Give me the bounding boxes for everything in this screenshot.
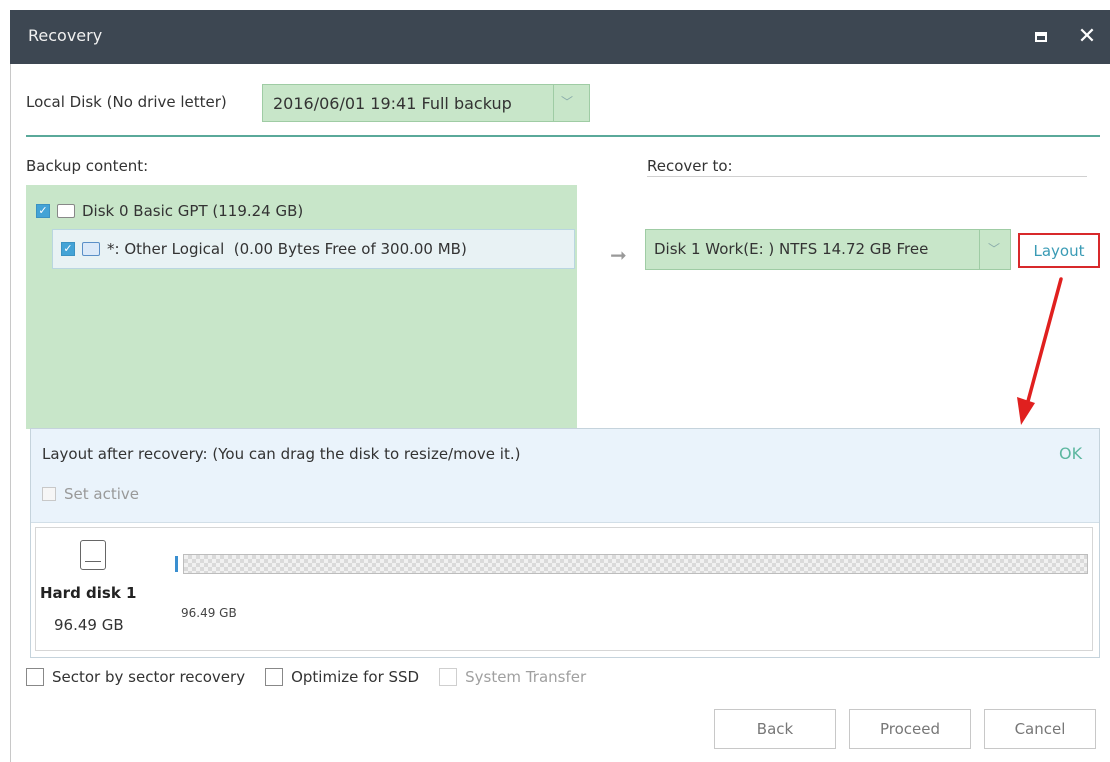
recover-to-divider [647, 176, 1087, 177]
window-title: Recovery [28, 26, 103, 45]
sector-by-sector-checkbox[interactable] [26, 668, 44, 686]
layout-after-recovery-panel: Layout after recovery: (You can drag the… [30, 428, 1100, 658]
backup-disk-row[interactable]: ✓ Disk 0 Basic GPT (119.24 GB) [36, 201, 303, 221]
chevron-down-icon[interactable]: ﹀ [561, 93, 573, 110]
partition-checkbox[interactable]: ✓ [61, 242, 75, 256]
partition-icon [82, 242, 100, 256]
maximize-icon [1035, 32, 1047, 42]
recovery-options: Sector by sector recovery Optimize for S… [26, 668, 606, 686]
optimize-ssd-option[interactable]: Optimize for SSD [265, 668, 419, 686]
arrow-right-icon: ➞ [610, 243, 627, 267]
partition-row-content: ✓ *: Other Logical (0.00 Bytes Free of 3… [61, 240, 467, 258]
disk-checkbox[interactable]: ✓ [36, 204, 50, 218]
set-active-option: Set active [42, 485, 139, 503]
set-active-label: Set active [64, 485, 139, 503]
layout-panel-header: Layout after recovery: (You can drag the… [31, 429, 1099, 523]
set-active-checkbox [42, 487, 56, 501]
backup-version-value: 2016/06/01 19:41 Full backup [273, 94, 512, 113]
unallocated-partition-bar[interactable] [183, 554, 1088, 574]
sector-by-sector-option[interactable]: Sector by sector recovery [26, 668, 245, 686]
sector-by-sector-label: Sector by sector recovery [52, 668, 246, 686]
select-divider [979, 230, 980, 269]
hard-disk-name: Hard disk 1 [40, 584, 137, 602]
hard-disk-size: 96.49 GB [54, 616, 124, 634]
disk-icon [57, 204, 75, 218]
backup-disk-label: Disk 0 Basic GPT (119.24 GB) [82, 202, 304, 220]
accent-divider [26, 135, 1100, 137]
partition-handle[interactable] [175, 556, 178, 572]
select-divider [553, 85, 554, 121]
hard-disk-icon [80, 540, 106, 570]
backup-version-select[interactable]: 2016/06/01 19:41 Full backup ﹀ [262, 84, 590, 122]
layout-ok-button[interactable]: OK [1059, 444, 1082, 463]
recover-target-value: Disk 1 Work(E: ) NTFS 14.72 GB Free [654, 240, 929, 258]
system-transfer-label: System Transfer [465, 668, 587, 686]
backup-partition-label: *: Other Logical (0.00 Bytes Free of 300… [107, 240, 467, 258]
recover-to-heading: Recover to: [647, 157, 733, 175]
backup-content-panel: ✓ Disk 0 Basic GPT (119.24 GB) ✓ *: Othe… [26, 185, 577, 429]
chevron-down-icon[interactable]: ﹀ [988, 240, 1000, 257]
layout-description: Layout after recovery: (You can drag the… [42, 445, 521, 463]
backup-partition-row[interactable]: ✓ *: Other Logical (0.00 Bytes Free of 3… [52, 229, 575, 269]
source-disk-label: Local Disk (No drive letter) [26, 93, 227, 111]
backup-content-heading: Backup content: [26, 157, 149, 175]
system-transfer-checkbox [439, 668, 458, 686]
disk-layout-map: Hard disk 1 96.49 GB 96.49 GB [35, 527, 1093, 651]
optimize-ssd-checkbox[interactable] [265, 668, 284, 686]
layout-button[interactable]: Layout [1018, 233, 1100, 268]
annotation-arrow-icon [1017, 277, 1063, 425]
cancel-button[interactable]: Cancel [984, 709, 1096, 749]
optimize-ssd-label: Optimize for SSD [291, 668, 420, 686]
window-frame-left [10, 64, 11, 762]
proceed-button[interactable]: Proceed [849, 709, 971, 749]
partition-size-label: 96.49 GB [181, 606, 237, 620]
system-transfer-option: System Transfer [439, 668, 586, 686]
close-button[interactable]: ✕ [1072, 21, 1102, 51]
maximize-button[interactable] [1028, 24, 1054, 50]
back-button[interactable]: Back [714, 709, 836, 749]
recover-target-select[interactable]: Disk 1 Work(E: ) NTFS 14.72 GB Free ﹀ [645, 229, 1011, 270]
title-bar: Recovery ✕ [10, 10, 1110, 64]
